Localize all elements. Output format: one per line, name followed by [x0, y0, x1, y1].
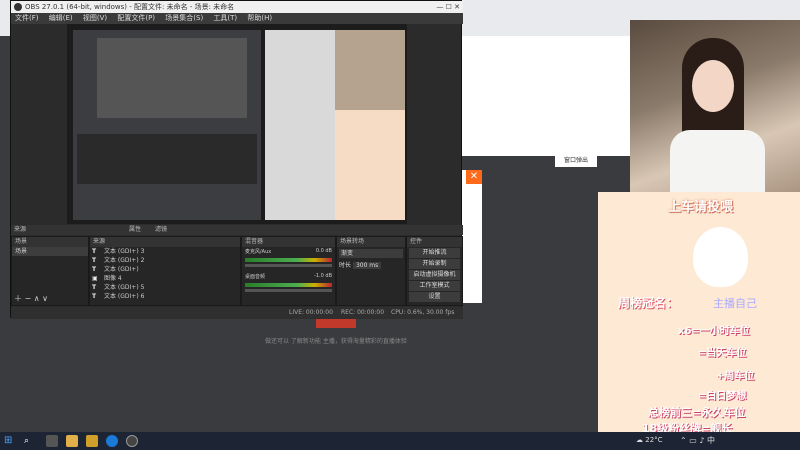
source-toolbar: 来源 属性 滤镜: [11, 225, 463, 235]
windows-start-icon[interactable]: ⊞: [4, 435, 16, 447]
preview-nested-window: [97, 38, 247, 118]
menu-tools[interactable]: 工具(T): [209, 13, 241, 24]
taskbar: ⊞ ⌕ ☁ 22°C ⌃ ▭ ♪ 中: [0, 432, 800, 450]
source-item[interactable]: T 文本 (GDI+): [90, 265, 240, 274]
overlay-line: =白日梦想: [698, 391, 747, 402]
preview-chat-area: [265, 30, 335, 220]
overlay-heading: 上车请投喂: [668, 200, 734, 215]
weather-readout: ☁ 22°C: [636, 436, 663, 444]
scenes-panel: 场景 场景 ＋ − ∧ ∨: [11, 236, 89, 306]
source-item[interactable]: T 文本 (GDI+) 6: [90, 292, 240, 301]
person-shirt: [670, 130, 765, 195]
tray-icons[interactable]: ⌃ ▭ ♪ 中: [680, 435, 715, 446]
audio-meter: [245, 283, 332, 287]
action-button[interactable]: [316, 318, 356, 328]
source-item[interactable]: T 文本 (GDI+) 2: [90, 256, 240, 265]
live-time: LIVE: 00:00:00: [289, 309, 333, 316]
person-face: [692, 60, 734, 112]
footer-note: 做还可以 了解新功能 主播，获得海量精彩的直播体验: [265, 338, 407, 345]
close-icon[interactable]: ✕: [466, 170, 482, 184]
properties-button[interactable]: 属性: [129, 225, 141, 235]
text-source-icon: T: [92, 248, 97, 255]
audio-meter: [245, 258, 332, 262]
volume-slider[interactable]: [245, 264, 332, 267]
text-source-icon: T: [92, 284, 97, 291]
cpu-fps: CPU: 0.6%, 30.00 fps: [391, 309, 455, 316]
host-tag: 主播自己: [713, 297, 757, 310]
scene-transitions-panel: 场景转场 渐变 时长 300 ms: [336, 236, 406, 306]
rank-label: 周榜冠名：: [618, 296, 679, 310]
window-controls[interactable]: — ☐ ✕: [421, 1, 463, 13]
preview-camera: [335, 30, 405, 110]
sources-header: 来源: [90, 237, 240, 247]
browser-icon[interactable]: [106, 435, 118, 447]
preview-overlay: [335, 110, 405, 220]
overlay-line: +周车位: [716, 371, 755, 382]
chat-popup-button[interactable]: 窗口弹出: [555, 155, 597, 167]
duration-input[interactable]: 300 ms: [352, 262, 382, 269]
rec-time: REC: 00:00:00: [341, 309, 385, 316]
preview-nested-panels: [77, 134, 257, 184]
preview-canvas[interactable]: [67, 24, 407, 224]
mixer-channel-label: 麦克风/Aux 0.0 dB: [245, 248, 332, 255]
text-source-icon: T: [92, 257, 97, 264]
obs-window: OBS 27.0.1 (64-bit, windows) - 配置文件: 未命名…: [10, 0, 463, 319]
app-icon[interactable]: [86, 435, 98, 447]
source-item[interactable]: T 文本 (GDI+) 5: [90, 283, 240, 292]
menu-file[interactable]: 文件(F): [11, 13, 43, 24]
transitions-header: 场景转场: [337, 237, 405, 247]
bunny-illustration: [693, 227, 748, 287]
overlay-line: x6=一小时车位: [678, 326, 750, 337]
overlay-line: 总榜前三=永久车位: [648, 406, 746, 419]
task-view-icon[interactable]: [46, 435, 58, 447]
search-icon[interactable]: ⌕: [24, 435, 36, 447]
image-source-icon: ▣: [92, 275, 98, 282]
stream-overlay: 上车请投喂 周榜冠名： 主播自己 x6=一小时车位 =当天车位 +周车位 =白日…: [598, 192, 800, 435]
scenes-header: 场景: [12, 237, 88, 247]
file-explorer-icon[interactable]: [66, 435, 78, 447]
text-source-icon: T: [92, 293, 97, 300]
obs-logo-icon: [14, 3, 22, 11]
volume-slider[interactable]: [245, 289, 332, 292]
source-item[interactable]: T 文本 (GDI+) 3: [90, 247, 240, 256]
menu-view[interactable]: 视图(V): [79, 13, 111, 24]
controls-panel: 控件 开始推流 开始录制 启动虚拟摄像机 工作室模式 设置: [406, 236, 463, 306]
cloud-icon: ☁: [636, 436, 643, 444]
studio-mode-button[interactable]: 工作室模式: [409, 281, 460, 291]
settings-button[interactable]: 设置: [409, 292, 460, 302]
mixer-header: 混音器: [242, 237, 335, 247]
camera-feed: [630, 20, 800, 195]
menu-profile[interactable]: 配置文件(P): [113, 13, 159, 24]
sources-panel: 来源 T 文本 (GDI+) 3 T 文本 (GDI+) 2 T 文本 (GDI+) …: [89, 236, 241, 306]
menu-bar: 文件(F) 编辑(E) 视图(V) 配置文件(P) 场景集合(S) 工具(T) …: [11, 13, 463, 24]
source-item[interactable]: ▣ 图像 4: [90, 274, 240, 283]
controls-header: 控件: [407, 237, 462, 247]
status-bar: LIVE: 00:00:00 REC: 00:00:00 CPU: 0.6%, …: [11, 307, 463, 319]
transition-select[interactable]: 渐变: [339, 249, 403, 258]
scene-add-remove-icons[interactable]: ＋ − ∧ ∨: [14, 293, 48, 304]
start-recording-button[interactable]: 开始录制: [409, 259, 460, 269]
obs-taskbar-icon[interactable]: [126, 435, 138, 447]
duration-row: 时长 300 ms: [339, 260, 403, 269]
overlay-line: =当天车位: [698, 348, 747, 359]
mixer-channel-label: 桌面音频 -1.0 dB: [245, 273, 332, 280]
filters-button[interactable]: 滤镜: [155, 225, 167, 235]
scene-item[interactable]: 场景: [12, 247, 88, 256]
menu-help[interactable]: 帮助(H): [243, 13, 276, 24]
start-streaming-button[interactable]: 开始推流: [409, 248, 460, 258]
text-source-icon: T: [92, 266, 97, 273]
virtual-camera-button[interactable]: 启动虚拟摄像机: [409, 270, 460, 280]
window-title: OBS 27.0.1 (64-bit, windows) - 配置文件: 未命名…: [11, 1, 463, 13]
audio-mixer-panel: 混音器 麦克风/Aux 0.0 dB 桌面音频 -1.0 dB: [241, 236, 336, 306]
dialog-panel: [462, 170, 482, 303]
scenes-panel-title: 来源: [14, 226, 27, 233]
menu-edit[interactable]: 编辑(E): [45, 13, 77, 24]
menu-scene-collection[interactable]: 场景集合(S): [161, 13, 207, 24]
